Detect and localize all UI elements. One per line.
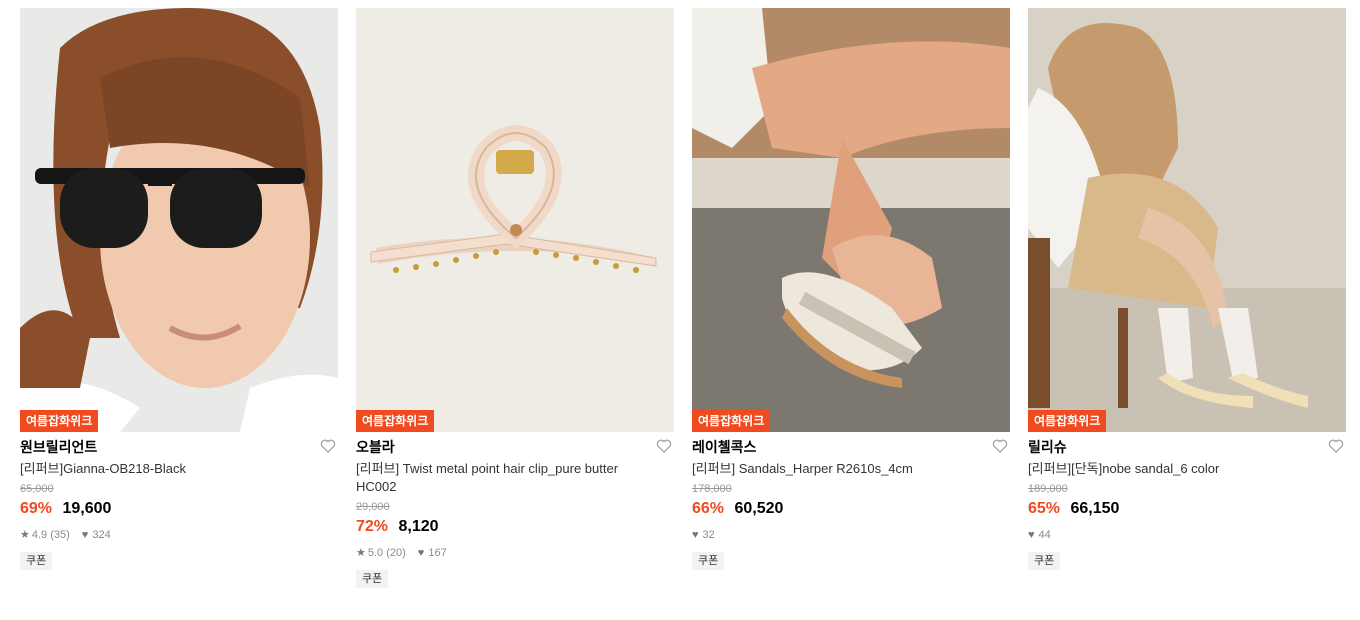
heart-filled-icon: ♥ bbox=[417, 547, 425, 559]
brand-name[interactable]: 오블라 bbox=[356, 432, 674, 460]
original-price: 189,000 bbox=[1028, 483, 1068, 495]
product-card[interactable]: 여름잡화위크 원브릴리언트 [리퍼브]Gianna-OB218-Black 65… bbox=[20, 8, 338, 570]
coupon-tag: 쿠폰 bbox=[692, 552, 725, 570]
discount-rate: 69% bbox=[20, 500, 53, 517]
sale-price: 19,600 bbox=[62, 500, 112, 517]
discount-rate: 66% bbox=[692, 500, 725, 517]
product-image[interactable]: 여름잡화위크 bbox=[20, 8, 338, 432]
discount-rate: 65% bbox=[1028, 500, 1061, 517]
event-badge: 여름잡화위크 bbox=[1028, 410, 1107, 432]
rating: 5.0 (20) bbox=[367, 547, 406, 559]
product-name[interactable]: [리퍼브] Sandals_Harper R2610s_4cm bbox=[692, 460, 992, 478]
coupon-tag: 쿠폰 bbox=[1028, 552, 1061, 570]
like-count: 32 bbox=[702, 529, 715, 541]
brand-name[interactable]: 릴리슈 bbox=[1028, 432, 1346, 460]
product-photo-hair-clip bbox=[356, 8, 674, 432]
product-card[interactable]: 여름잡화위크 릴리슈 [리퍼브][단독]nobe sandal_6 color … bbox=[1028, 8, 1346, 570]
original-price: 29,000 bbox=[356, 501, 390, 513]
heart-outline-icon[interactable] bbox=[656, 438, 672, 454]
heart-outline-icon[interactable] bbox=[320, 438, 336, 454]
like-count: 167 bbox=[428, 547, 447, 559]
brand-name[interactable]: 원브릴리언트 bbox=[20, 432, 338, 460]
product-image[interactable]: 여름잡화위크 bbox=[1028, 8, 1346, 432]
star-icon: ★ bbox=[356, 547, 366, 559]
rating: 4.9 (35) bbox=[31, 529, 70, 541]
original-price: 65,000 bbox=[20, 483, 54, 495]
heart-outline-icon[interactable] bbox=[1328, 438, 1344, 454]
brand-name[interactable]: 레이첼콕스 bbox=[692, 432, 1010, 460]
heart-filled-icon: ♥ bbox=[81, 529, 89, 541]
product-name[interactable]: [리퍼브] Twist metal point hair clip_pure b… bbox=[356, 460, 656, 496]
coupon-tag: 쿠폰 bbox=[20, 552, 53, 570]
original-price: 178,000 bbox=[692, 483, 732, 495]
star-icon: ★ bbox=[20, 529, 30, 541]
product-name[interactable]: [리퍼브]Gianna-OB218-Black bbox=[20, 460, 320, 478]
sale-price: 66,150 bbox=[1070, 500, 1120, 517]
coupon-tag: 쿠폰 bbox=[356, 570, 389, 588]
product-image[interactable]: 여름잡화위크 bbox=[356, 8, 674, 432]
discount-rate: 72% bbox=[356, 518, 389, 535]
event-badge: 여름잡화위크 bbox=[692, 410, 771, 432]
product-image[interactable]: 여름잡화위크 bbox=[692, 8, 1010, 432]
product-name[interactable]: [리퍼브][단독]nobe sandal_6 color bbox=[1028, 460, 1328, 478]
heart-filled-icon: ♥ bbox=[692, 529, 699, 541]
sale-price: 8,120 bbox=[398, 518, 439, 535]
product-photo-sunglasses bbox=[20, 8, 338, 432]
product-photo-woman-sandals bbox=[1028, 8, 1346, 432]
heart-outline-icon[interactable] bbox=[992, 438, 1008, 454]
event-badge: 여름잡화위크 bbox=[20, 410, 99, 432]
product-card[interactable]: 여름잡화위크 레이첼콕스 [리퍼브] Sandals_Harper R2610s… bbox=[692, 8, 1010, 570]
event-badge: 여름잡화위크 bbox=[356, 410, 435, 432]
product-grid: 여름잡화위크 원브릴리언트 [리퍼브]Gianna-OB218-Black 65… bbox=[0, 0, 1360, 620]
product-card[interactable]: 여름잡화위크 오블라 [리퍼브] Twist metal point hair … bbox=[356, 8, 674, 588]
sale-price: 60,520 bbox=[734, 500, 784, 517]
product-photo-sandals bbox=[692, 8, 1010, 432]
heart-filled-icon: ♥ bbox=[1028, 529, 1035, 541]
like-count: 324 bbox=[92, 529, 111, 541]
like-count: 44 bbox=[1038, 529, 1051, 541]
